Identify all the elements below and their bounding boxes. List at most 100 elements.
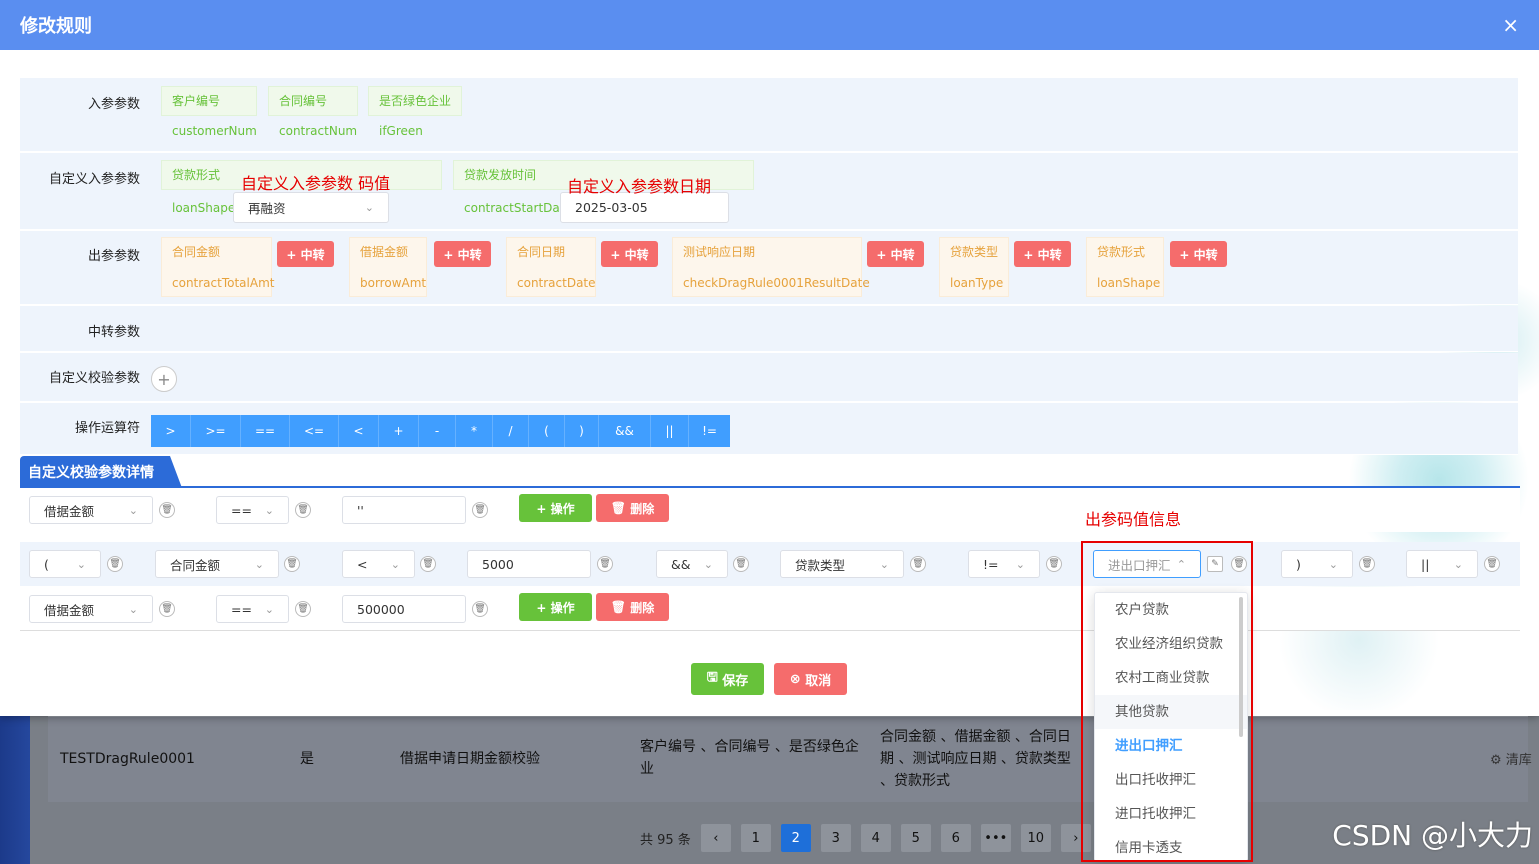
output-code: contractDate [517, 276, 596, 290]
value-input[interactable]: '' [342, 496, 466, 524]
close-icon[interactable]: × [1502, 13, 1519, 37]
chevron-down-icon: ⌄ [390, 557, 400, 571]
watermark: CSDN @小大力 [1332, 819, 1533, 852]
logic-select[interactable]: || ⌄ [1406, 550, 1478, 578]
pager-ellipsis[interactable]: ••• [980, 824, 1011, 852]
delete-button[interactable]: 🗑 删除 [596, 593, 669, 621]
operator-button[interactable]: * [456, 415, 493, 447]
field-select[interactable]: 借据金额 ⌄ [29, 595, 153, 623]
trash-icon[interactable]: 🗑 [472, 502, 488, 518]
operator-button[interactable]: || [651, 415, 689, 447]
cancel-button[interactable]: ⊗ 取消 [774, 663, 847, 695]
pagination: 共 95 条 ‹ 1 2 3 4 5 6 ••• 10 › [640, 824, 1091, 852]
operator-button[interactable]: > [151, 415, 191, 447]
trash-icon[interactable]: 🗑 [910, 556, 926, 572]
trash-icon[interactable]: 🗑 [159, 601, 175, 617]
add-operation-button[interactable]: + 操作 [519, 593, 592, 621]
loan-shape-select[interactable]: 再融资 ⌄ [233, 192, 389, 223]
field-select[interactable]: 贷款类型 ⌄ [780, 550, 904, 578]
param-tag-name: 贷款发放时间 [464, 168, 537, 182]
select-value: 借据金额 [44, 503, 95, 519]
field-select[interactable]: 借据金额 ⌄ [29, 496, 153, 524]
pager-page-current[interactable]: 2 [780, 824, 811, 852]
operator-select[interactable]: < ⌄ [342, 550, 415, 578]
operators-label: 操作运算符 [74, 421, 140, 436]
operator-button[interactable]: - [419, 415, 456, 447]
value-input[interactable]: 5000 [467, 550, 591, 578]
value-input[interactable]: 500000 [342, 595, 466, 623]
field-select[interactable]: 合同金额 ⌄ [155, 550, 279, 578]
operator-button[interactable]: != [689, 415, 730, 447]
logic-select[interactable]: && ⌄ [656, 550, 728, 578]
operator-button[interactable]: / [493, 415, 529, 447]
chevron-down-icon: ⌄ [254, 557, 264, 571]
bg-side-action[interactable]: ⚙ 清库 [1490, 750, 1532, 772]
trash-icon[interactable]: 🗑 [420, 556, 436, 572]
operator-button[interactable]: + [379, 415, 419, 447]
select-value: && [671, 556, 691, 572]
transfer-button[interactable]: + 中转 [867, 241, 924, 267]
pager-prev[interactable]: ‹ [700, 824, 731, 852]
param-tag-name: 贷款形式 [172, 168, 221, 182]
save-button[interactable]: 🖫 保存 [691, 663, 764, 695]
trash-icon[interactable]: 🗑 [1359, 556, 1375, 572]
trash-icon[interactable]: 🗑 [159, 502, 175, 518]
output-tag-name: 合同金额 [172, 245, 221, 259]
pager-page[interactable]: 3 [820, 824, 851, 852]
select-value: ( [44, 556, 49, 572]
select-value: != [983, 556, 999, 572]
param-tag[interactable]: 合同编号 [268, 86, 358, 116]
select-value: || [1421, 556, 1430, 572]
operator-button[interactable]: < [339, 415, 379, 447]
output-tag-name: 贷款类型 [950, 245, 999, 259]
bg-cell-flag: 是 [300, 751, 314, 767]
output-code: checkDragRule0001ResultDate [683, 276, 870, 290]
operator-button[interactable]: ( [529, 415, 565, 447]
param-tag[interactable]: 是否绿色企业 [368, 86, 462, 116]
edit-rule-dialog: 修改规则 × 入参参数 客户编号 customerNum 合同编号 contra… [0, 0, 1539, 716]
pager-page[interactable]: 1 [740, 824, 771, 852]
operator-button[interactable]: && [599, 415, 651, 447]
trash-icon[interactable]: 🗑 [295, 502, 311, 518]
transfer-button[interactable]: + 中转 [1170, 241, 1227, 267]
bracket-select[interactable]: (⌄ [29, 550, 101, 578]
operator-select[interactable]: == ⌄ [216, 595, 289, 623]
trash-icon[interactable]: 🗑 [1046, 556, 1062, 572]
pager-page[interactable]: 6 [940, 824, 971, 852]
select-value: == [231, 601, 252, 617]
trash-icon: 🗑 [610, 600, 631, 614]
operator-select[interactable]: == ⌄ [216, 496, 289, 524]
delete-button[interactable]: 🗑 删除 [596, 494, 669, 522]
param-tag[interactable]: 客户编号 [161, 86, 257, 116]
trash-icon[interactable]: 🗑 [597, 556, 613, 572]
trash-icon[interactable]: 🗑 [1484, 556, 1500, 572]
trash-icon[interactable]: 🗑 [284, 556, 300, 572]
trash-icon[interactable]: 🗑 [107, 556, 123, 572]
operator-button[interactable]: >= [191, 415, 241, 447]
custom-input-params-label: 自定义入参参数 [48, 172, 140, 187]
transfer-button[interactable]: + 中转 [277, 241, 334, 267]
transfer-button[interactable]: + 中转 [434, 241, 491, 267]
operator-button[interactable]: ) [565, 415, 599, 447]
bracket-select[interactable]: ) ⌄ [1281, 550, 1353, 578]
annotation-highlight-box [1081, 541, 1253, 862]
operator-toolbar: > >= == <= < + - * / ( ) && || != [151, 415, 730, 447]
annotation-date: 自定义入参参数日期 [567, 177, 712, 196]
chevron-down-icon: ⌄ [1328, 557, 1338, 571]
trash-icon[interactable]: 🗑 [733, 556, 749, 572]
pager-page[interactable]: 4 [860, 824, 891, 852]
operator-select[interactable]: != ⌄ [968, 550, 1040, 578]
add-operation-button[interactable]: + 操作 [519, 494, 592, 522]
operator-button[interactable]: == [241, 415, 290, 447]
add-check-param-icon[interactable]: + [151, 366, 177, 392]
trash-icon[interactable]: 🗑 [472, 601, 488, 617]
transfer-button[interactable]: + 中转 [1014, 241, 1071, 267]
transfer-button[interactable]: + 中转 [601, 241, 658, 267]
trash-icon[interactable]: 🗑 [295, 601, 311, 617]
operator-button[interactable]: <= [290, 415, 339, 447]
pager-page[interactable]: 10 [1020, 824, 1051, 852]
cancel-label: 取消 [805, 673, 832, 689]
section-title: 自定义校验参数详情 [20, 456, 182, 488]
output-tag-name: 测试响应日期 [683, 245, 756, 259]
pager-page[interactable]: 5 [900, 824, 931, 852]
